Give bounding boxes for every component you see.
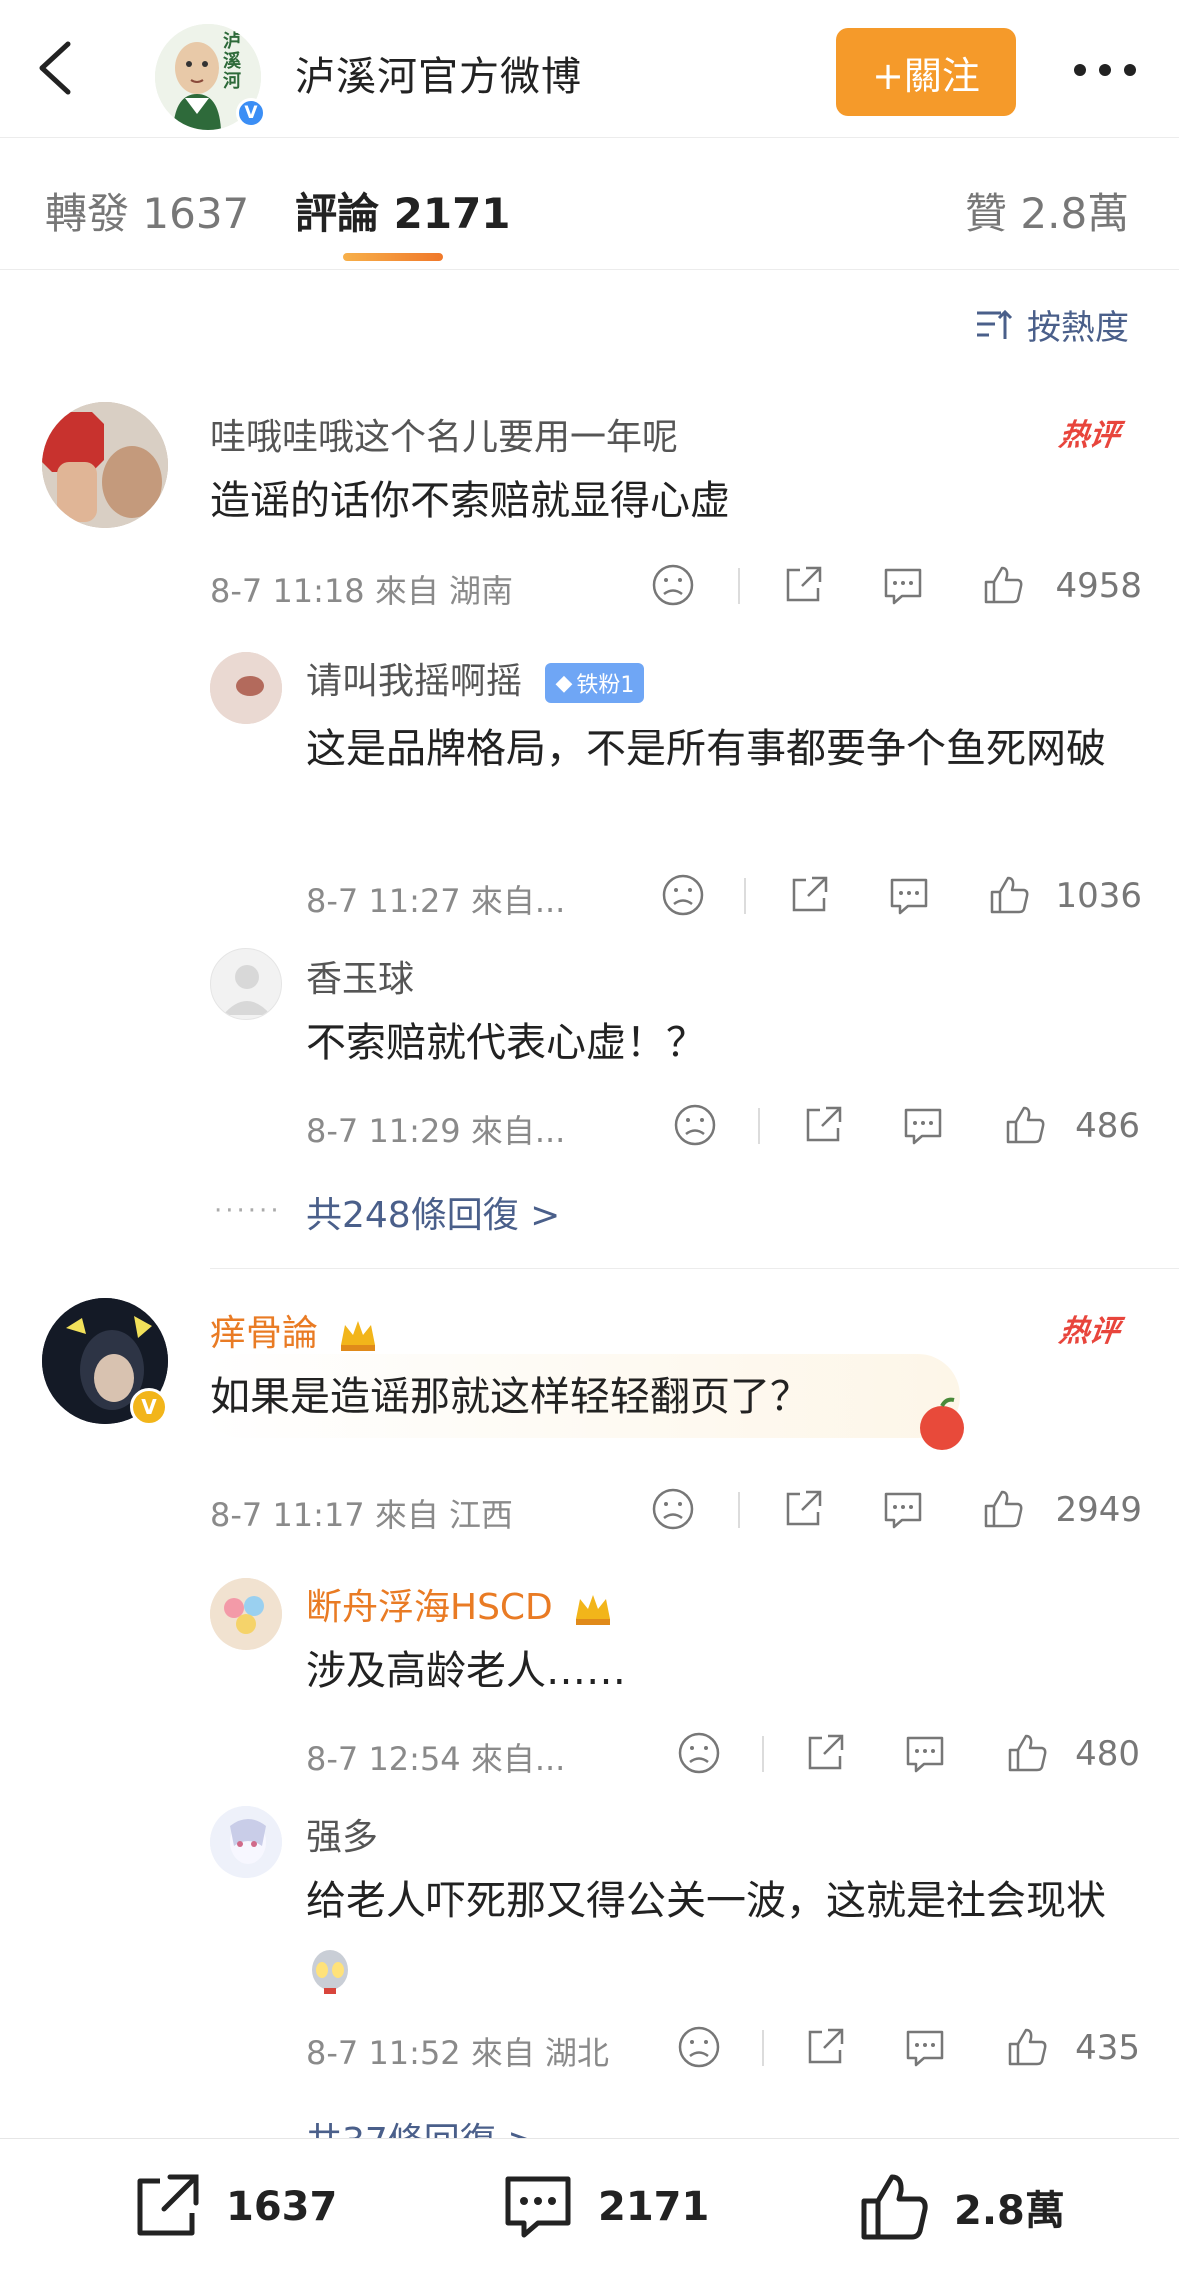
like-count: 2.8萬 xyxy=(954,2188,1065,2234)
reply-actions: 480 xyxy=(676,1730,1140,1780)
top-bar: 泸溪河 V 泸溪河官方微博 +關注 xyxy=(0,0,1179,138)
comment-meta: 8-7 11:18 來自 湖南 xyxy=(210,572,514,610)
tab-comments[interactable]: 評論 2171 xyxy=(295,180,511,241)
view-more-replies-link[interactable]: 共248條回復 > xyxy=(306,1186,560,1238)
sort-button[interactable]: 按熱度 xyxy=(975,300,1129,349)
reply-icon[interactable] xyxy=(880,562,926,608)
share-icon[interactable] xyxy=(802,1730,848,1776)
reply-meta: 8-7 12:54 來自... xyxy=(306,1740,566,1778)
comment-button[interactable]: 2171 xyxy=(500,2167,709,2247)
replier-avatar[interactable] xyxy=(210,652,282,724)
reply-text: 这是品牌格局，不是所有事都要争个鱼死网破 xyxy=(306,726,1106,772)
replier-name[interactable]: 香玉球 xyxy=(306,950,414,1002)
reply-icon[interactable] xyxy=(902,2024,948,2070)
like-count: 435 xyxy=(1075,2028,1140,2068)
tab-bar: 轉發 1637 評論 2171 贊 2.8萬 xyxy=(0,138,1179,270)
account-name[interactable]: 泸溪河官方微博 xyxy=(295,44,582,102)
more-dots: ······ xyxy=(214,1196,282,1226)
separator xyxy=(762,2030,764,2066)
like-button[interactable]: 2.8萬 xyxy=(856,2167,1065,2247)
like-icon[interactable] xyxy=(980,1486,1026,1532)
like-count: 480 xyxy=(1075,1734,1140,1774)
replier-name[interactable]: 强多 xyxy=(306,1808,378,1860)
separator xyxy=(738,1492,740,1528)
share-icon[interactable] xyxy=(800,1102,846,1148)
reply-actions: 486 xyxy=(672,1102,1140,1152)
back-arrow-icon[interactable] xyxy=(30,38,80,98)
comment-icon xyxy=(505,2176,571,2238)
repost-count: 1637 xyxy=(226,2184,338,2230)
reply-icon[interactable] xyxy=(886,872,932,918)
share-icon[interactable] xyxy=(780,1486,826,1532)
separator xyxy=(738,568,740,604)
active-tab-indicator xyxy=(343,253,443,261)
ultraman-emoji-icon xyxy=(312,1950,348,1994)
share-icon[interactable] xyxy=(780,562,826,608)
like-icon xyxy=(861,2174,928,2240)
reply-meta: 8-7 11:52 來自 湖北 xyxy=(306,2034,610,2072)
comment-actions: 4958 xyxy=(650,562,1142,612)
vip-crown-icon xyxy=(341,1321,376,1351)
avatar-logo-text: 泸溪河 xyxy=(223,31,241,92)
commenter-name[interactable]: 痒骨論 xyxy=(210,1304,379,1356)
share-icon[interactable] xyxy=(802,2024,848,2070)
like-icon[interactable] xyxy=(980,562,1026,608)
reply-actions: 1036 xyxy=(660,872,1142,922)
tab-reposts[interactable]: 轉發 1637 xyxy=(45,180,249,241)
like-count: 1036 xyxy=(1055,876,1142,916)
like-count: 486 xyxy=(1075,1106,1140,1146)
dislike-icon[interactable] xyxy=(672,1102,718,1148)
separator xyxy=(758,1108,760,1144)
bottom-action-bar: 1637 2171 2.8萬 xyxy=(0,2138,1179,2288)
hot-comment-badge: 热评 xyxy=(1057,1314,1122,1349)
reply-text: 涉及高龄老人…… xyxy=(306,1648,626,1694)
repost-icon xyxy=(137,2174,199,2236)
comment-text: 如果是造谣那就这样轻轻翻页了？ xyxy=(210,1374,810,1420)
replier-name[interactable]: 断舟浮海HSCD xyxy=(306,1578,614,1630)
follow-button[interactable]: +關注 xyxy=(836,28,1016,116)
like-icon[interactable] xyxy=(986,872,1032,918)
dislike-icon[interactable] xyxy=(650,562,696,608)
tab-likes[interactable]: 贊 2.8萬 xyxy=(965,180,1129,241)
comment-text: 造谣的话你不索赔就显得心虚 xyxy=(210,478,730,524)
like-count: 2949 xyxy=(1055,1490,1142,1530)
repost-button[interactable]: 1637 xyxy=(128,2167,337,2247)
dislike-icon[interactable] xyxy=(660,872,706,918)
dislike-icon[interactable] xyxy=(676,1730,722,1776)
dislike-icon[interactable] xyxy=(650,1486,696,1532)
reply-meta: 8-7 11:29 來自... xyxy=(306,1112,566,1150)
comment-divider xyxy=(210,1268,1179,1269)
reply-meta: 8-7 11:27 來自... xyxy=(306,882,566,920)
commenter-avatar[interactable] xyxy=(42,402,168,528)
replier-avatar[interactable] xyxy=(210,1806,282,1878)
sort-icon xyxy=(977,309,1013,339)
comment-count: 2171 xyxy=(598,2184,710,2230)
reply-icon[interactable] xyxy=(902,1730,948,1776)
dislike-icon[interactable] xyxy=(676,2024,722,2070)
vip-crown-icon xyxy=(576,1595,611,1625)
fan-level-badge: ◆ 铁粉1 xyxy=(545,663,645,703)
share-icon[interactable] xyxy=(786,872,832,918)
commenter-name[interactable]: 哇哦哇哦这个名儿要用一年呢 xyxy=(210,408,678,460)
apple-icon xyxy=(920,1397,964,1450)
replier-name[interactable]: 请叫我摇啊摇 ◆ 铁粉1 xyxy=(306,652,645,704)
like-count: 4958 xyxy=(1055,566,1142,606)
verified-icon: V xyxy=(236,98,266,128)
replier-avatar[interactable] xyxy=(210,1578,282,1650)
reply-icon[interactable] xyxy=(900,1102,946,1148)
reply-actions: 435 xyxy=(676,2024,1140,2074)
separator xyxy=(762,1736,764,1772)
more-options-icon[interactable] xyxy=(1070,50,1140,90)
hot-comment-badge: 热评 xyxy=(1057,418,1122,453)
replier-avatar[interactable] xyxy=(210,948,282,1020)
reply-icon[interactable] xyxy=(880,1486,926,1532)
separator xyxy=(744,878,746,914)
comment-meta: 8-7 11:17 來自 江西 xyxy=(210,1496,514,1534)
reply-text: 不索赔就代表心虚！？ xyxy=(306,1020,706,1066)
verified-icon: V xyxy=(130,1388,168,1426)
reply-text: 给老人吓死那又得公关一波，这就是社会现状 xyxy=(306,1868,1126,2000)
comment-actions: 2949 xyxy=(650,1486,1142,1536)
